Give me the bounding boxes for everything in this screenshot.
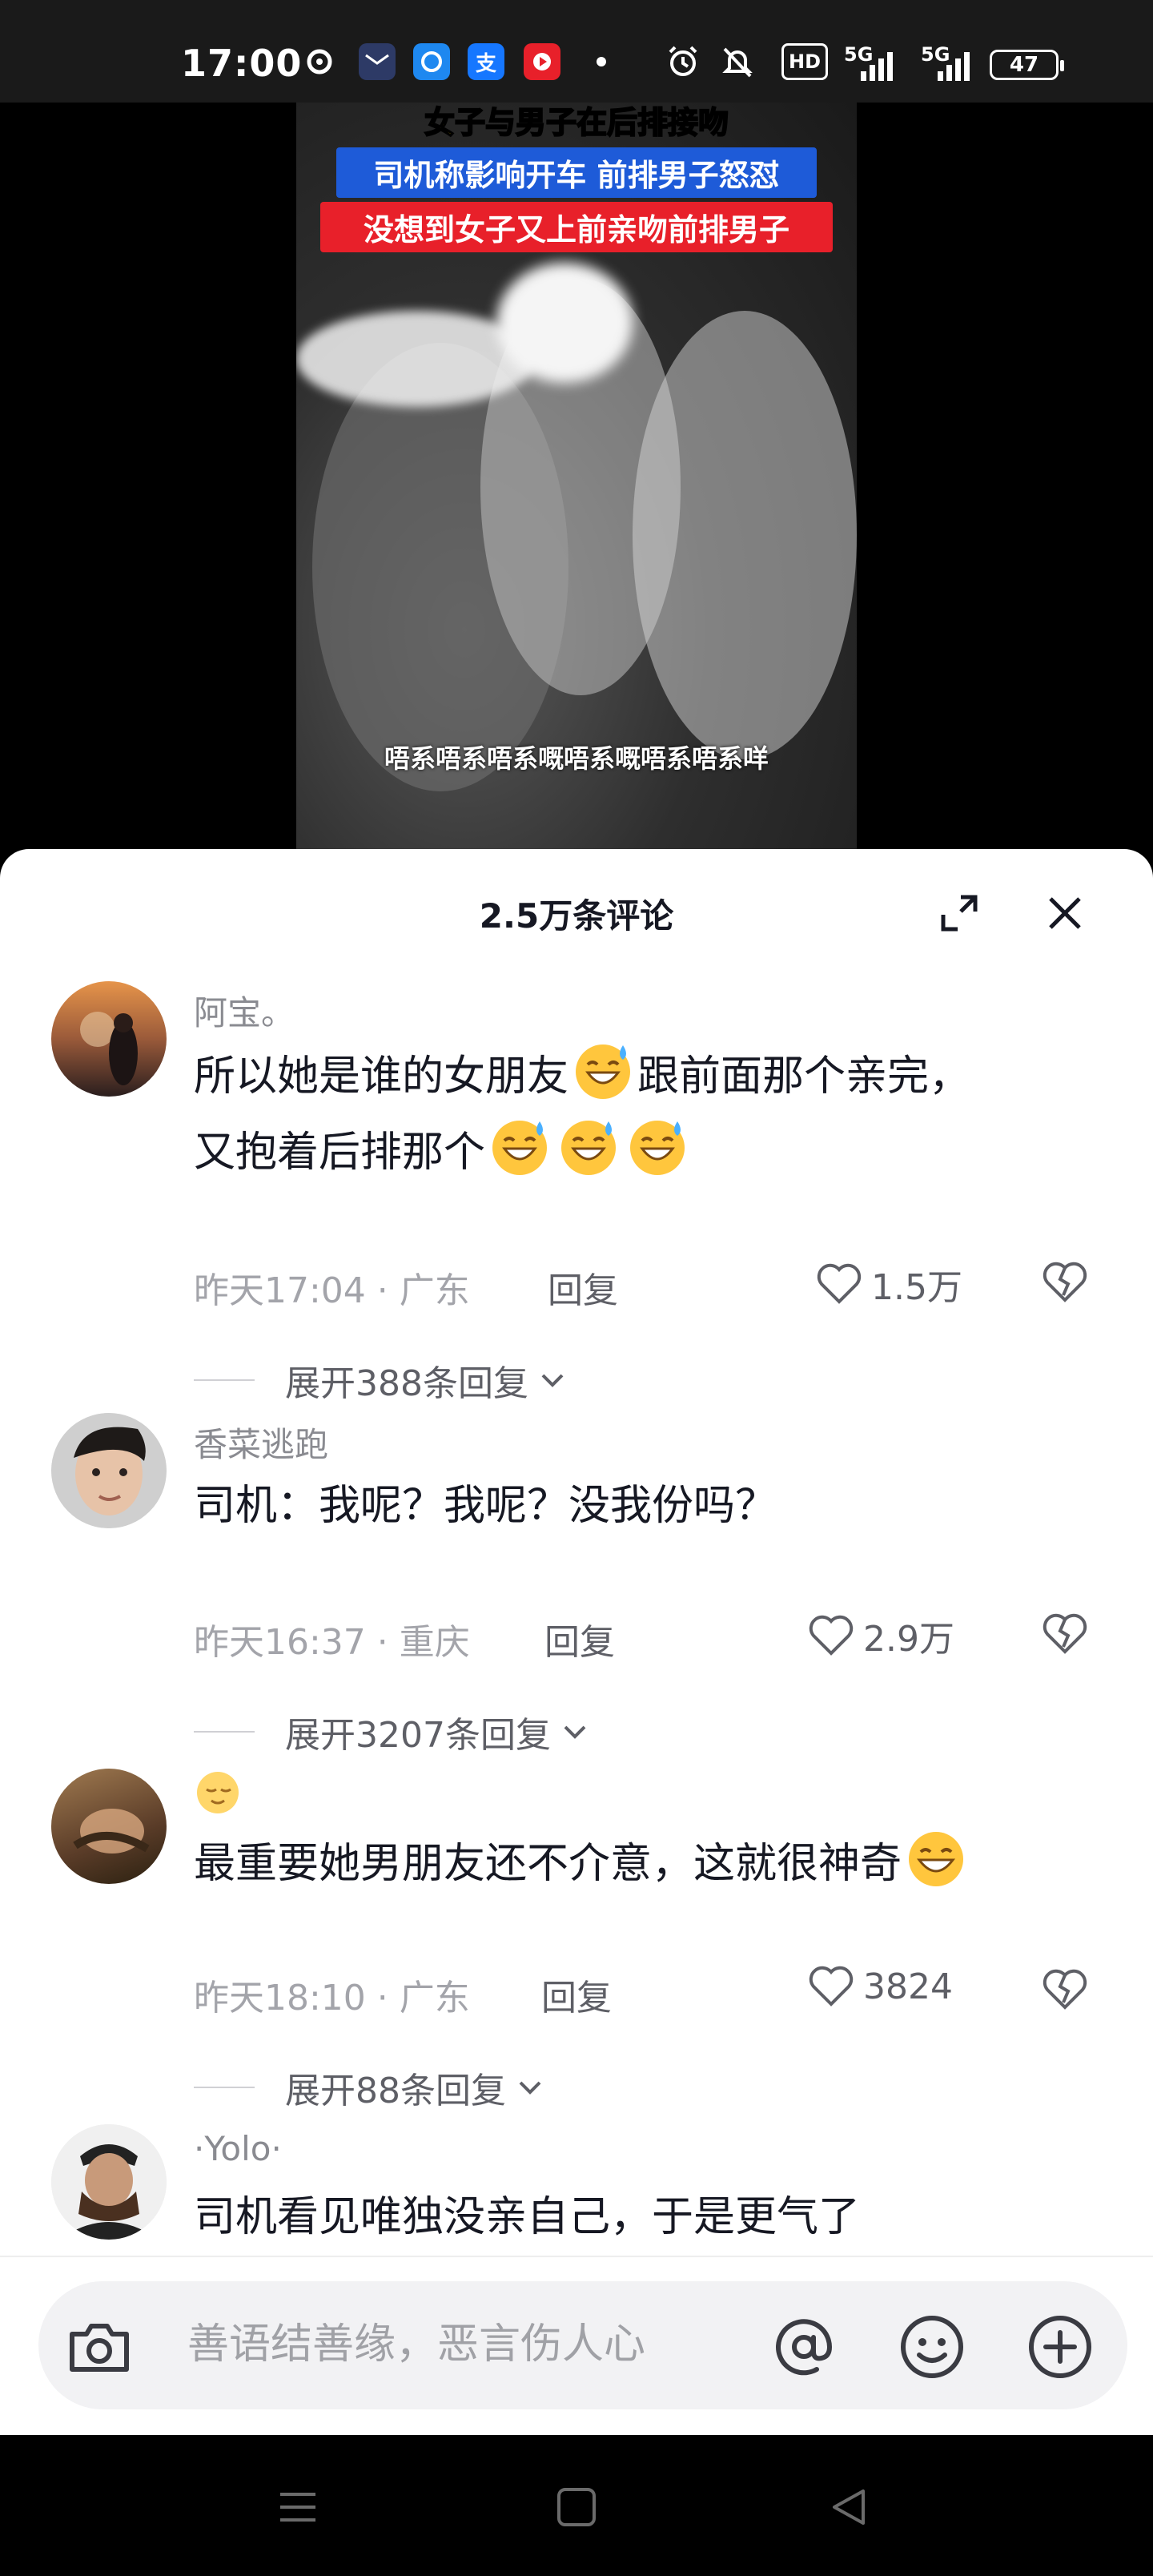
sweat-smile-emoji — [570, 1037, 636, 1103]
comment-meta: 昨天16:37 · 重庆 — [194, 1622, 470, 1663]
comment-text-part: 最重要她男朋友还不介意，这就很神奇 — [194, 1840, 902, 1888]
reply-button[interactable]: 回复 — [544, 1613, 615, 1664]
comment-text: 所以她是谁的女朋友 跟前面那个亲完， 又抱着后排那个 — [194, 1037, 1099, 1189]
comment-text: 最重要她男朋友还不介意，这就很神奇 — [194, 1825, 1099, 1901]
status-bar: 17:00 支 HD 5G 5G 47 — [0, 0, 1153, 103]
expand-replies-button[interactable]: 展开3207条回复 — [194, 1706, 593, 1757]
divider-line — [194, 2087, 255, 2088]
more-notifications-icon — [583, 43, 620, 80]
heart-icon — [817, 1263, 862, 1304]
comment-text-part: 跟前面那个亲完， — [637, 1053, 971, 1101]
chevron-down-icon — [519, 2081, 541, 2095]
grin-emoji — [903, 1825, 969, 1890]
comment-username[interactable]: 阿宝。 — [194, 986, 295, 1035]
sweat-smile-emoji — [556, 1113, 621, 1179]
broken-heart-icon[interactable] — [1041, 1260, 1089, 1308]
video-headline-2: 司机称影响开车 前排男子怒怼 — [336, 147, 817, 198]
video-headline-1: 女子与男子在后排接吻 — [424, 104, 729, 141]
menu-icon[interactable] — [272, 2481, 323, 2533]
comment-input[interactable] — [187, 2316, 748, 2373]
reply-button[interactable]: 回复 — [548, 1262, 618, 1313]
alarm-icon — [665, 43, 701, 80]
video-headline-3: 没想到女子又上前亲吻前排男子 — [320, 202, 833, 252]
divider-line — [194, 1379, 255, 1381]
comment-input-bar — [0, 2256, 1153, 2435]
sweat-smile-emoji — [487, 1113, 552, 1179]
comment-username[interactable] — [194, 1769, 242, 1825]
comment-input-container — [38, 2281, 1127, 2409]
expand-replies-label: 展开388条回复 — [285, 1363, 528, 1404]
video-figure-right — [633, 311, 857, 759]
expand-replies-label: 展开88条回复 — [285, 2071, 506, 2111]
expand-replies-button[interactable]: 展开88条回复 — [194, 2062, 548, 2113]
mail-icon — [359, 43, 396, 80]
douyin-icon — [301, 43, 338, 80]
signal-icon — [858, 46, 895, 83]
heart-icon — [809, 1615, 854, 1656]
like-button[interactable]: 2.9万 — [809, 1610, 954, 1661]
at-icon[interactable] — [769, 2312, 839, 2382]
plus-icon[interactable] — [1025, 2312, 1095, 2382]
smiley-icon[interactable] — [897, 2312, 967, 2382]
browser-icon — [413, 43, 450, 80]
avatar[interactable] — [51, 2124, 167, 2240]
like-count: 2.9万 — [863, 1619, 954, 1660]
comment-meta: 昨天18:10 · 广东 — [194, 1978, 470, 2019]
video-player[interactable]: 女子与男子在后排接吻 司机称影响开车 前排男子怒怼 没想到女子又上前亲吻前排男子… — [0, 103, 1153, 855]
video-app-icon — [524, 43, 560, 80]
relieved-emoji — [197, 1772, 239, 1813]
comment-text: 司机看见唯独没亲自己，于是更气了 — [194, 2193, 861, 2241]
avatar[interactable] — [51, 1769, 167, 1884]
chevron-down-icon — [541, 1374, 564, 1387]
mute-icon — [719, 43, 756, 80]
video-frame[interactable]: 女子与男子在后排接吻 司机称影响开车 前排男子怒怼 没想到女子又上前亲吻前排男子… — [296, 103, 857, 855]
video-subtitle: 唔系唔系唔系嘅唔系嘅唔系唔系咩 — [384, 743, 769, 774]
battery-icon: 47 — [990, 50, 1064, 80]
comment-text-part: 又抱着后排那个 — [194, 1129, 486, 1177]
broken-heart-icon[interactable] — [1041, 1612, 1089, 1660]
comment-text-part: 所以她是谁的女朋友 — [194, 1053, 569, 1101]
avatar[interactable] — [51, 981, 167, 1097]
broken-heart-icon[interactable] — [1041, 1967, 1089, 2015]
heart-icon — [809, 1966, 854, 2006]
video-blurred-face — [496, 263, 633, 383]
chevron-down-icon — [564, 1725, 586, 1739]
alipay-icon: 支 — [468, 43, 504, 80]
like-button[interactable]: 1.5万 — [817, 1258, 962, 1310]
like-count: 3824 — [863, 1966, 953, 2007]
close-icon[interactable] — [1043, 891, 1087, 936]
comment-username[interactable]: ·Yolo· — [194, 2129, 282, 2168]
camera-icon[interactable] — [64, 2312, 135, 2382]
divider-line — [194, 1731, 255, 1733]
home-icon[interactable] — [551, 2481, 602, 2533]
reply-button[interactable]: 回复 — [541, 1969, 612, 2020]
expand-replies-label: 展开3207条回复 — [285, 1715, 551, 1756]
comment-text: 司机：我呢？我呢？没我份吗？ — [194, 1482, 777, 1530]
hd-icon: HD — [781, 43, 828, 80]
system-nav-bar — [0, 2435, 1153, 2576]
expand-replies-button[interactable]: 展开388条回复 — [194, 1354, 570, 1406]
signal-icon-2 — [935, 46, 972, 83]
sweat-smile-emoji — [625, 1113, 690, 1179]
avatar[interactable] — [51, 1413, 167, 1528]
comment-meta: 昨天17:04 · 广东 — [194, 1270, 470, 1311]
status-time: 17:00 — [181, 42, 303, 85]
like-count: 1.5万 — [871, 1267, 962, 1308]
expand-icon[interactable] — [937, 891, 982, 936]
back-icon[interactable] — [825, 2481, 876, 2533]
like-button[interactable]: 3824 — [809, 1966, 953, 2007]
comment-username[interactable]: 香菜逃跑 — [194, 1418, 328, 1467]
comment-sheet: 2.5万条评论 阿宝。 所以她是谁的女朋友 跟前面那个亲完， 又抱着后排那个 昨天… — [0, 849, 1153, 2483]
